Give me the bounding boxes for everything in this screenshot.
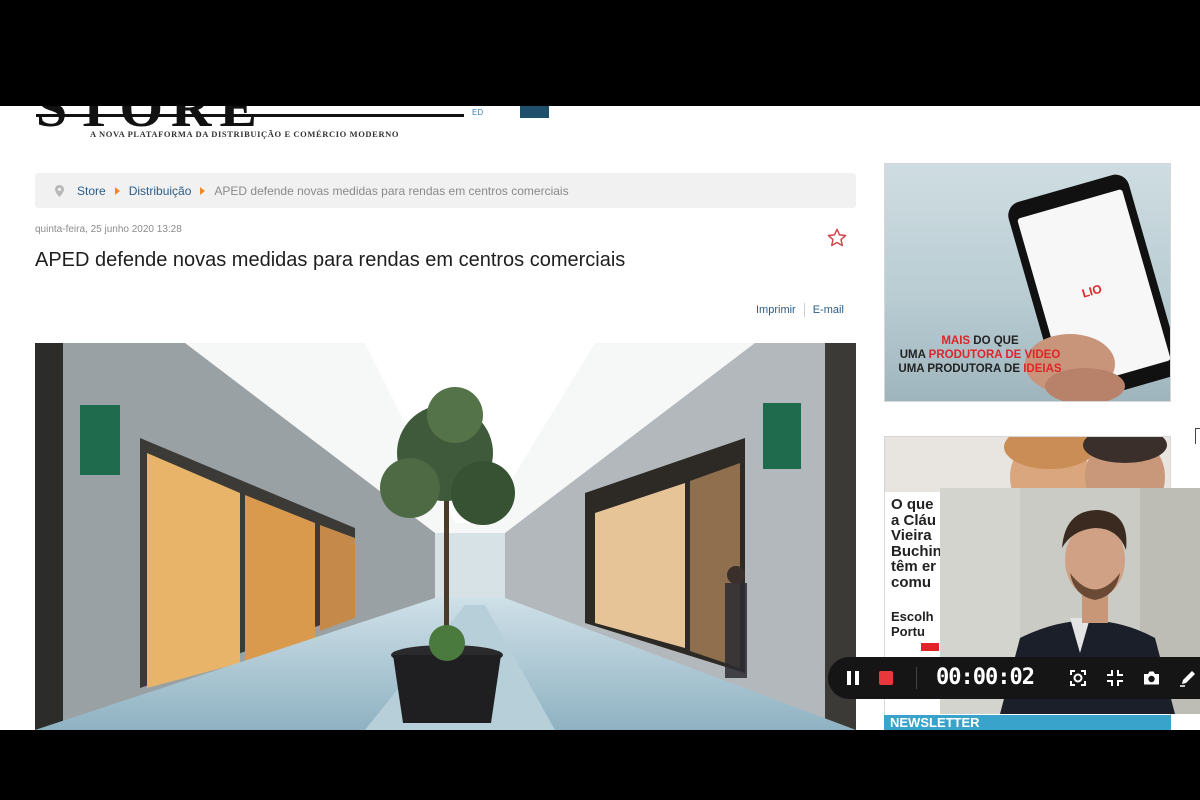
actions-divider: [803, 303, 805, 317]
ad2-subline: Escolh Portu: [891, 609, 934, 639]
site-tagline: A NOVA PLATAFORMA DA DISTRIBUIÇÃO E COMÉ…: [90, 129, 400, 139]
screen-recorder-toolbar: 00:00:02: [828, 657, 1200, 699]
breadcrumb-distribuicao[interactable]: Distribuição: [129, 184, 192, 198]
ad2-faces-image: [885, 437, 1170, 492]
article-date: quinta-feira, 25 junho 2020 13:28: [35, 224, 182, 235]
stop-record-icon[interactable]: [878, 670, 894, 686]
breadcrumb: Store Distribuição APED defende novas me…: [35, 173, 856, 208]
article-title: APED defende novas medidas para rendas e…: [35, 249, 626, 271]
breadcrumb-arrow-icon: [200, 186, 206, 195]
recording-timer: 00:00:02: [936, 665, 1035, 690]
minimize-icon[interactable]: [1106, 669, 1124, 687]
header-menu-button[interactable]: [520, 106, 549, 118]
toolbar-divider: [916, 667, 917, 689]
location-pin-icon: [55, 184, 64, 197]
email-link[interactable]: E-mail: [813, 304, 844, 316]
ad2-red-mark: [921, 643, 939, 651]
ad-video-production[interactable]: LIO MAIS DO QUE UMA PRODUTORA DE VIDEO U…: [884, 163, 1171, 402]
ad1-headline: MAIS DO QUE UMA PRODUTORA DE VIDEO UMA P…: [898, 335, 1062, 375]
pause-icon[interactable]: [845, 670, 861, 686]
article-hero-image: [35, 343, 856, 730]
breadcrumb-current: APED defende novas medidas para rendas e…: [214, 183, 569, 198]
focus-icon[interactable]: [1069, 669, 1087, 687]
screen-frame: STORE ED A NOVA PLATAFORMA DA DISTRIBUIÇ…: [0, 0, 1200, 800]
pen-icon[interactable]: [1179, 669, 1197, 687]
mouse-cursor-icon: [1195, 428, 1200, 444]
breadcrumb-store[interactable]: Store: [77, 184, 106, 198]
newsletter-heading[interactable]: NEWSLETTER: [884, 715, 1171, 730]
camera-icon[interactable]: [1142, 669, 1161, 687]
print-link[interactable]: Imprimir: [756, 304, 796, 316]
logo-underline: [36, 114, 464, 117]
article-actions: Imprimir E-mail: [756, 303, 844, 317]
breadcrumb-arrow-icon: [114, 186, 120, 195]
ad2-headline: O que a Cláu Vieira Buchin têm er comu: [891, 496, 942, 591]
favorite-star-icon[interactable]: [826, 227, 848, 249]
logo-edition: ED: [472, 108, 484, 117]
